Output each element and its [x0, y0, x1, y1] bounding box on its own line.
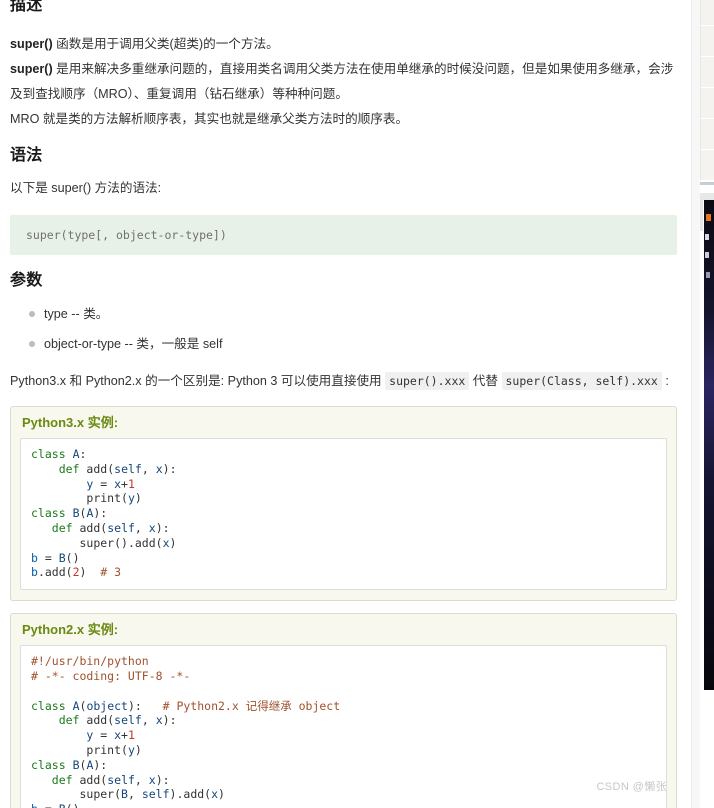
example-code-surface-python3: class A: def add(self, x): y = x+1 print… — [20, 438, 668, 591]
description-p1-bold: super() — [10, 37, 53, 51]
example-title-python2: Python2.x 实例: — [22, 622, 119, 638]
syntax-code-block: super(type[, object-or-type]) — [10, 215, 678, 255]
syntax-lead-text: 以下是 super() 方法的语法: — [10, 181, 162, 195]
right-sidebar — [700, 0, 714, 808]
article-content: 描述 super() 函数是用于调用父类(超类)的一个方法。 super() 是… — [0, 0, 692, 808]
list-item[interactable] — [700, 56, 714, 87]
sidebar-ad-banner[interactable] — [703, 200, 714, 690]
code-python2: #!/usr/bin/python # -*- coding: UTF-8 -*… — [31, 654, 341, 808]
ad-accent-icon — [706, 214, 712, 221]
section-heading-description: 描述 — [10, 0, 43, 14]
page-root: 描述 super() 函数是用于调用父类(超类)的一个方法。 super() 是… — [0, 0, 714, 808]
list-item: object-or-type -- 类，一般是 self — [28, 329, 677, 359]
list-item[interactable] — [700, 149, 714, 180]
parameters-note-middle: 代替 — [469, 374, 502, 388]
list-item[interactable] — [700, 118, 714, 149]
list-item[interactable] — [700, 25, 714, 56]
example-title-python3: Python3.x 实例: — [22, 415, 119, 430]
parameters-note-before: Python3.x 和 Python2.x 的一个区别是: Python 3 可… — [10, 374, 386, 388]
parameters-list: type -- 类。 object-or-type -- 类，一般是 self — [10, 299, 677, 359]
description-paragraph-2: super() 是用来解决多重继承问题的，直接用类名调用父类方法在使用单继承的时… — [10, 57, 677, 107]
ad-thumb-icon — [706, 272, 711, 278]
sidebar-link-list[interactable] — [700, 0, 714, 231]
code-python3: class A: def add(self, x): y = x+1 print… — [31, 447, 177, 580]
parameters-note: Python3.x 和 Python2.x 的一个区别是: Python 3 可… — [10, 369, 677, 394]
list-item[interactable] — [700, 87, 714, 118]
csdn-watermark: CSDN @懒张 — [596, 781, 668, 793]
description-p2-rest: 是用来解决多重继承问题的，直接用类名调用父类方法在使用单继承的时候没问题，但是如… — [10, 62, 674, 101]
inline-code-super-xxx: super().xxx — [385, 372, 470, 390]
description-p1-rest: 函数是用于调用父类(超类)的一个方法。 — [52, 37, 279, 51]
parameters-note-after: : — [661, 374, 669, 388]
example-box-python2: Python2.x 实例: #!/usr/bin/python # -*- co… — [10, 613, 678, 808]
description-p2-bold: super() — [10, 62, 53, 76]
description-paragraph-3: MRO 就是类的方法解析顺序表，其实也就是继承父类方法时的顺序表。 — [10, 112, 409, 126]
column-gap — [691, 0, 701, 808]
inline-code-super-class-self: super(Class, self).xxx — [501, 372, 662, 390]
ad-thumb-icon — [705, 234, 710, 240]
syntax-code-text: super(type[, object-or-type]) — [26, 228, 227, 242]
description-paragraph-1: super() 函数是用于调用父类(超类)的一个方法。 — [10, 32, 677, 57]
list-item: type -- 类。 — [28, 299, 677, 329]
section-heading-parameters: 参数 — [10, 272, 43, 289]
ad-thumb-icon — [705, 252, 710, 258]
list-item[interactable] — [700, 0, 714, 25]
section-heading-syntax: 语法 — [10, 147, 43, 164]
example-box-python3: Python3.x 实例: class A: def add(self, x):… — [10, 406, 678, 602]
sidebar-divider — [700, 182, 714, 185]
example-code-surface-python2: #!/usr/bin/python # -*- coding: UTF-8 -*… — [20, 645, 668, 808]
